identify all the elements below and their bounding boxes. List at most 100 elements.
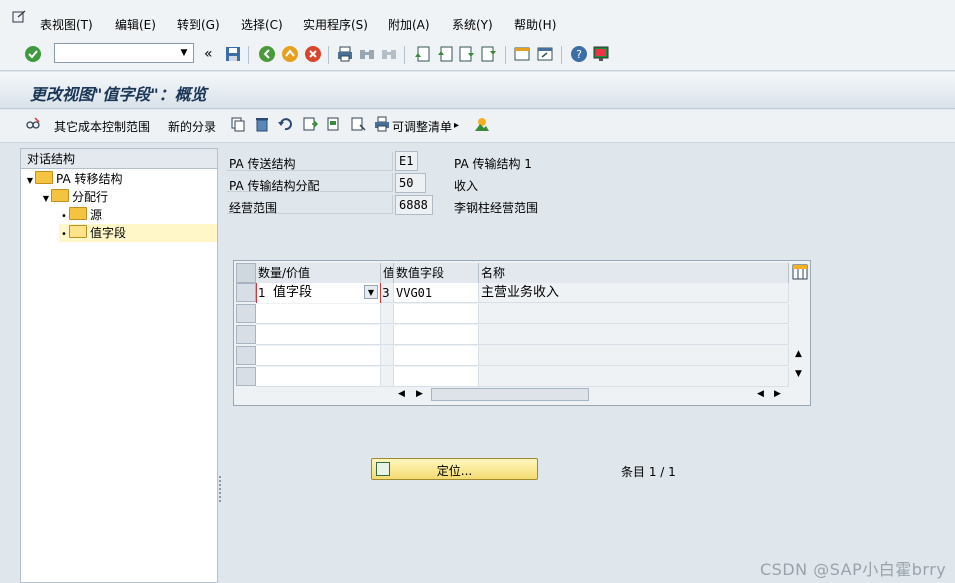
chevron-down-icon[interactable]: ▼ <box>177 46 191 60</box>
row-selector[interactable] <box>236 304 256 323</box>
row-selector[interactable] <box>236 325 256 344</box>
more-options-icon[interactable]: ▸ <box>454 120 459 131</box>
customize-layout-icon[interactable] <box>592 45 610 63</box>
menu-select[interactable]: 选择(C) <box>241 16 283 33</box>
landscape-image-icon[interactable] <box>474 116 490 132</box>
other-cost-area-button[interactable]: 其它成本控制范围 <box>54 118 150 135</box>
new-entries-button[interactable]: 新的分录 <box>168 118 216 135</box>
scroll-right-icon[interactable]: ▶ <box>774 389 781 399</box>
table-empty-cell[interactable] <box>256 346 381 366</box>
locate-button[interactable]: 定位... <box>371 458 538 480</box>
undo-icon[interactable] <box>277 116 293 132</box>
print-list-icon[interactable] <box>374 116 390 132</box>
application-toolbar: 其它成本控制范围 新的分录 可调整清单 ▸ <box>0 110 955 143</box>
table-empty-cell <box>381 304 394 324</box>
first-page-icon[interactable] <box>413 45 431 63</box>
shortcut-icon[interactable] <box>536 45 554 63</box>
menu-table-view[interactable]: 表视图(T) <box>40 16 93 33</box>
menu-edit[interactable]: 编辑(E) <box>115 16 156 33</box>
back-icon[interactable] <box>258 45 276 63</box>
menu-utilities[interactable]: 实用程序(S) <box>303 16 368 33</box>
previous-page-icon[interactable] <box>436 45 454 63</box>
scroll-left-icon[interactable]: ◀ <box>398 389 405 399</box>
title-bar: 更改视图"值字段"：概览 <box>0 72 955 109</box>
tree-node-pa-transfer-structure[interactable]: ▼ PA 转移结构 <box>25 170 123 188</box>
toolbar-separator <box>561 46 562 64</box>
enter-check-icon[interactable] <box>24 45 42 63</box>
tree-node-value-fields[interactable]: • 值字段 <box>59 224 217 242</box>
table-empty-cell[interactable] <box>394 346 479 366</box>
table-empty-cell <box>479 367 789 387</box>
adjustable-list-button[interactable]: 可调整清单 <box>392 118 452 135</box>
column-header-value[interactable]: 值 <box>381 263 394 283</box>
table-cell-value: 3 <box>381 283 394 303</box>
print-icon[interactable] <box>336 45 354 63</box>
operating-concern-value: 6888 <box>395 195 433 215</box>
collapse-toolbar-icon[interactable]: « <box>204 46 213 62</box>
glasses-edit-icon[interactable] <box>25 116 41 132</box>
row-selector[interactable] <box>236 283 256 302</box>
find-next-icon[interactable] <box>380 45 398 63</box>
delete-icon[interactable] <box>254 116 270 132</box>
transfer-structure-value: E1 <box>395 151 418 171</box>
tree-node-source[interactable]: • 源 <box>59 206 102 224</box>
row-selector[interactable] <box>236 367 256 386</box>
copy-icon[interactable] <box>230 116 246 132</box>
column-header-quantity-value[interactable]: 数量/价值 <box>256 263 381 283</box>
help-icon[interactable]: ? <box>570 45 588 63</box>
save-icon[interactable] <box>224 45 242 63</box>
tree-node-assignment-lines[interactable]: ▼ 分配行 <box>41 188 108 206</box>
menu-system[interactable]: 系统(Y) <box>452 16 493 33</box>
expanded-caret-icon[interactable]: ▼ <box>25 172 35 190</box>
operating-concern-label: 经营范围 <box>229 201 278 215</box>
menu-goto[interactable]: 转到(G) <box>177 16 220 33</box>
standard-toolbar: ▼ « ? <box>0 40 955 71</box>
splitter-grip-icon[interactable] <box>219 476 221 502</box>
new-session-icon[interactable] <box>513 45 531 63</box>
menu-extras[interactable]: 附加(A) <box>388 16 430 33</box>
column-header-value-field[interactable]: 数值字段 <box>394 263 479 283</box>
dialog-structure-header: 对话结构 <box>21 149 217 169</box>
menu-window-icon[interactable] <box>12 10 26 24</box>
tree-node-label: 值字段 <box>90 226 127 240</box>
exit-icon[interactable] <box>281 45 299 63</box>
table-empty-cell[interactable] <box>256 367 381 387</box>
select-all-rows-cell[interactable] <box>236 263 256 283</box>
scroll-right-icon[interactable]: ▶ <box>416 389 423 399</box>
panel-splitter[interactable] <box>218 148 222 583</box>
menu-help[interactable]: 帮助(H) <box>514 16 556 33</box>
table-settings-icon[interactable] <box>792 264 808 280</box>
chevron-down-icon[interactable]: ▼ <box>364 285 378 299</box>
scroll-up-icon[interactable]: ▲ <box>795 349 802 359</box>
table-empty-cell[interactable] <box>394 367 479 387</box>
vertical-scrollbar[interactable]: ▲ ▼ <box>792 283 808 387</box>
scroll-thumb[interactable] <box>431 388 589 401</box>
entry-count: 条目 1 / 1 <box>621 465 676 479</box>
scroll-down-icon[interactable]: ▼ <box>795 369 802 379</box>
table-cell-value-field[interactable]: VVG01 <box>394 283 479 303</box>
last-page-icon[interactable] <box>480 45 498 63</box>
table-empty-cell[interactable] <box>256 325 381 345</box>
cancel-icon[interactable] <box>304 45 322 63</box>
find-icon[interactable] <box>358 45 376 63</box>
table-empty-cell[interactable] <box>394 304 479 324</box>
row-selector[interactable] <box>236 346 256 365</box>
table-cell-quantity-value[interactable]: 1 值字段 ▼ <box>256 283 381 303</box>
scroll-left-icon[interactable]: ◀ <box>757 389 764 399</box>
table-empty-cell[interactable] <box>256 304 381 324</box>
toolbar-separator <box>328 46 329 64</box>
horizontal-scrollbar[interactable]: ◀ ▶ ◀ ▶ <box>394 387 789 403</box>
menu-bar: 表视图(T) 编辑(E) 转到(G) 选择(C) 实用程序(S) 附加(A) 系… <box>0 0 955 41</box>
table-empty-cell[interactable] <box>394 325 479 345</box>
command-field[interactable]: ▼ <box>54 43 194 63</box>
deselect-all-icon[interactable] <box>350 116 366 132</box>
table-empty-cell <box>479 325 789 345</box>
column-header-name[interactable]: 名称 <box>479 263 789 283</box>
toolbar-separator <box>404 46 405 64</box>
expanded-caret-icon[interactable]: ▼ <box>41 190 51 208</box>
next-page-icon[interactable] <box>458 45 476 63</box>
transfer-structure-label: PA 传送结构 <box>229 157 296 171</box>
table-empty-cell <box>479 304 789 324</box>
select-all-icon[interactable] <box>302 116 318 132</box>
select-block-icon[interactable] <box>326 116 342 132</box>
